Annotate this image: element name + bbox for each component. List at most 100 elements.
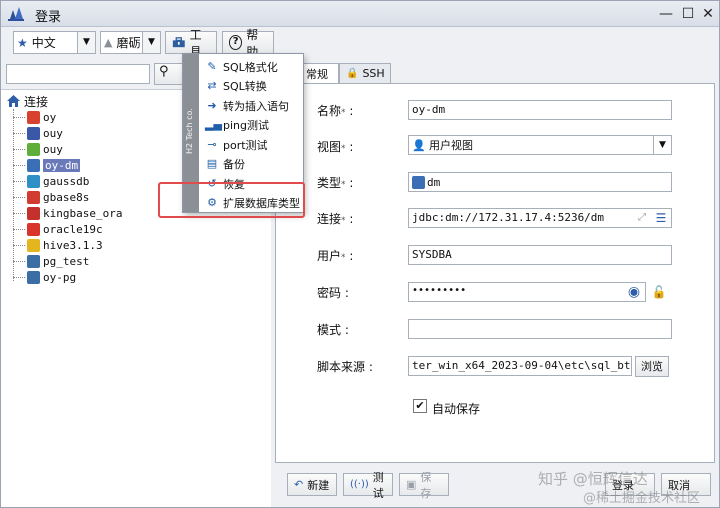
minimize-icon[interactable]: — [657, 5, 675, 23]
tab-general-label: 常规 [306, 68, 328, 81]
tree-item-label: oy-dm [43, 158, 81, 172]
watermark-zhihu: 知乎 @恒辉信达 [538, 470, 648, 488]
type-field[interactable]: dm [408, 172, 672, 192]
database-icon [27, 206, 40, 220]
menu-item-label: SQL格式化 [223, 60, 278, 74]
new-button[interactable]: ↶ 新建 [287, 473, 337, 496]
name-field[interactable]: oy-dm [408, 100, 672, 120]
database-icon [27, 270, 40, 284]
eye-icon[interactable]: ◉ [626, 284, 642, 300]
autosave-label: 自动保存 [432, 402, 481, 416]
insert-icon: ➜ [207, 98, 217, 112]
user-icon: 👤 [412, 138, 426, 152]
tree-item-label: hive3.1.3 [43, 238, 103, 252]
tree-item[interactable]: gaussdb [13, 173, 89, 189]
tab-ssh[interactable]: 🔒 SSH [339, 63, 391, 83]
script-source-label: 脚本来源 : [317, 360, 373, 374]
url-label: 连接* : [317, 212, 354, 226]
help-button[interactable]: ? 帮助 [222, 28, 274, 59]
tree-item[interactable]: oy [13, 109, 56, 125]
browse-button[interactable]: 浏览 [635, 356, 669, 377]
tree-item[interactable]: ouy [13, 141, 63, 157]
tree-connector [13, 276, 25, 278]
close-icon[interactable]: ✕ [699, 5, 717, 23]
menu-item[interactable]: ▂▄ ping测试 [201, 116, 303, 135]
tab-general[interactable]: 常规 [299, 63, 339, 84]
convert-icon: ⇄ [207, 79, 217, 92]
save-button[interactable]: ▣ 保存 [399, 471, 449, 500]
login-window: 登录 — ☐ ✕ ★ 中文 ▼ ▲ 磨砺 ▼ 工具 ? 帮助 ⚲ 连接 oy o… [0, 0, 720, 508]
database-icon [27, 158, 40, 172]
theme-value: 磨砺 [116, 36, 141, 50]
floppy-icon: ▣ [406, 478, 417, 491]
tree-item-label: ouy [43, 142, 63, 156]
chevron-down-icon[interactable]: ▼ [142, 32, 160, 53]
tree-connector [13, 244, 25, 246]
menu-item-label: 备份 [223, 158, 245, 171]
list-edit-icon[interactable]: ☰ [653, 210, 669, 226]
connection-search-input[interactable] [6, 64, 150, 84]
tree-connector [13, 116, 25, 118]
tree-connector [13, 164, 25, 166]
menu-item[interactable]: ➜ 转为插入语句 [201, 96, 303, 115]
menu-item[interactable]: ⊸ port测试 [201, 135, 303, 154]
database-icon [27, 126, 40, 140]
tree-item-label: oy [43, 110, 57, 124]
tree-item-label: gbase8s [43, 190, 90, 204]
menu-item[interactable]: ⇄ SQL转换 [201, 77, 303, 96]
tree-item[interactable]: kingbase_ora [13, 205, 122, 221]
script-source-field[interactable]: ter_win_x64_2023-09-04\etc\sql_btn\dm [408, 356, 632, 376]
tree-item[interactable]: oy-pg [13, 269, 76, 285]
tab-ssh-label: SSH [362, 67, 385, 80]
test-button[interactable]: ((·)) 测试 [343, 471, 393, 500]
database-icon [27, 142, 40, 156]
url-field[interactable]: jdbc:dm://172.31.17.4:5236/dm [408, 208, 672, 228]
format-icon: ✎ [207, 59, 217, 73]
maximize-icon[interactable]: ☐ [679, 5, 697, 23]
language-select[interactable]: ★ 中文 ▼ [13, 31, 96, 54]
database-icon [27, 238, 40, 252]
tree-connector [13, 196, 25, 198]
tree-item-label: kingbase_ora [43, 206, 123, 220]
dm-db-icon [412, 175, 425, 189]
help-icon: ? [229, 35, 243, 50]
tree-item-label: oy-pg [43, 270, 77, 284]
tree-item[interactable]: oracle19c [13, 221, 103, 237]
user-field[interactable]: SYSDBA [408, 245, 672, 265]
view-select[interactable]: 👤 用户视图 ▼ [408, 135, 672, 155]
schema-field[interactable] [408, 319, 672, 339]
watermark-juejin: @稀土掘金技术社区 [583, 491, 701, 506]
language-value: 中文 [31, 36, 56, 50]
database-icon [27, 110, 40, 124]
chevron-down-icon[interactable]: ▼ [653, 136, 671, 154]
tools-button[interactable]: 工具 [165, 28, 217, 59]
unlock-icon[interactable]: 🔓 [651, 284, 667, 300]
menu-stripe-text: H2 Tech co. [185, 108, 194, 154]
user-label: 用户* : [317, 249, 354, 263]
menu-item[interactable]: ▤ 备份 [201, 155, 303, 174]
password-field[interactable]: ••••••••• [408, 282, 646, 302]
app-logo-icon [8, 7, 24, 21]
autosave-checkbox[interactable]: ✔ [413, 399, 427, 413]
star-icon: ★ [17, 35, 28, 50]
expand-icon[interactable]: ⤢ [634, 210, 650, 226]
tree-item-label: ouy [43, 126, 63, 140]
tree-item-label: pg_test [43, 254, 90, 268]
tree-item[interactable]: gbase8s [13, 189, 89, 205]
chevron-down-icon[interactable]: ▼ [77, 32, 95, 53]
search-icon: ⚲ [159, 64, 169, 79]
menu-item[interactable]: ✎ SQL格式化 [201, 57, 303, 76]
tree-item[interactable]: oy-dm [13, 157, 81, 173]
tree-item[interactable]: pg_test [13, 253, 89, 269]
tree-connector [13, 148, 25, 150]
tree-item[interactable]: ouy [13, 125, 63, 141]
tree-root[interactable]: 连接 [6, 93, 48, 109]
tree-item-label: gaussdb [43, 174, 90, 188]
theme-select[interactable]: ▲ 磨砺 ▼ [100, 31, 161, 54]
lock-icon: 🔒 [346, 68, 359, 79]
tree-connector [13, 132, 25, 134]
menu-item-label: port测试 [223, 138, 268, 152]
type-label: 类型* : [317, 176, 354, 190]
tree-item[interactable]: hive3.1.3 [13, 237, 103, 253]
home-icon [7, 95, 20, 107]
